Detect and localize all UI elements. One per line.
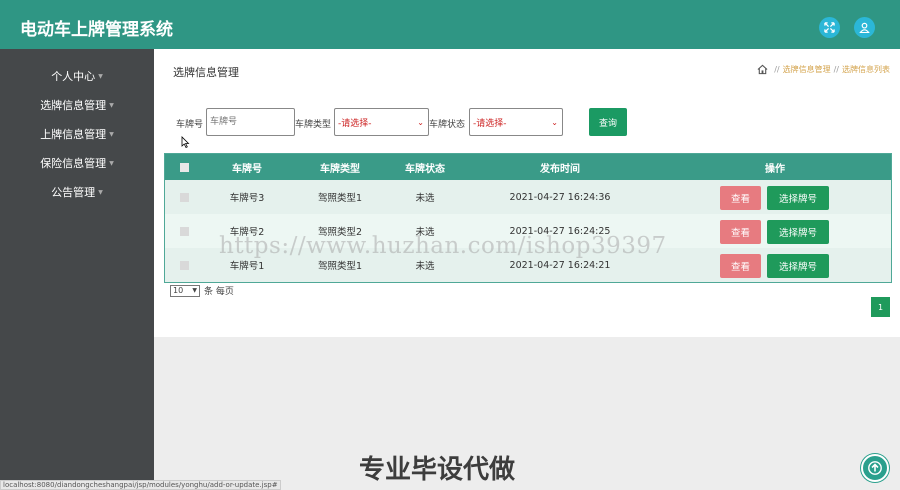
chevron-down-icon: ▼ <box>98 72 103 80</box>
sidebar-item-label: 上牌信息管理 <box>40 128 107 141</box>
plate-cell: 车牌号3 <box>229 193 265 204</box>
select-plate-button[interactable]: 选择牌号 <box>767 186 829 210</box>
time-cell: 2021-04-27 16:24:36 <box>509 191 611 203</box>
sidebar-item-label: 公告管理 <box>51 186 96 199</box>
page-number-button[interactable]: 1 <box>871 297 890 317</box>
view-button[interactable]: 查看 <box>720 254 761 278</box>
row-checkbox[interactable] <box>180 226 189 236</box>
plate-type-label: 车牌类型 <box>295 120 332 130</box>
fullscreen-button[interactable] <box>819 17 840 38</box>
sidebar-item-plate-registration[interactable]: 上牌信息管理 ▼ <box>0 124 154 144</box>
sidebar-item-label: 保险信息管理 <box>40 157 107 170</box>
breadcrumb-item[interactable]: 选牌信息管理 <box>783 64 831 75</box>
chevron-down-icon: ⌄ <box>417 118 424 127</box>
page-size-value: 10 <box>173 286 184 295</box>
arrow-up-icon <box>868 461 882 475</box>
chevron-down-icon: ▼ <box>109 101 114 109</box>
table-row: 车牌号3 驾照类型1 未选 2021-04-27 16:24:36 查看 选择牌… <box>165 180 891 214</box>
plate-type-value: -请选择- <box>338 118 372 129</box>
main-content: 选牌信息管理 // 选牌信息管理 // 选牌信息列表 车牌号 车牌类型 -请选择… <box>154 49 900 337</box>
sidebar-item-insurance[interactable]: 保险信息管理 ▼ <box>0 153 154 173</box>
select-plate-button[interactable]: 选择牌号 <box>767 220 829 244</box>
sidebar-item-label: 选牌信息管理 <box>40 99 107 112</box>
status-bar-url: localhost:8080/diandongcheshangpai/jsp/m… <box>0 480 281 490</box>
page-title: 选牌信息管理 <box>173 66 239 79</box>
user-icon <box>859 22 870 33</box>
column-header[interactable]: 车牌状态 <box>385 154 465 180</box>
plate-number-label: 车牌号 <box>176 120 204 130</box>
table-header: 车牌号 车牌类型 车牌状态 发布时间 操作 <box>165 154 891 180</box>
breadcrumb-item-current: 选牌信息列表 <box>842 65 890 74</box>
plate-type-select[interactable]: -请选择- ⌄ <box>334 108 429 136</box>
user-button[interactable] <box>854 17 875 38</box>
fullscreen-icon <box>824 22 835 33</box>
content-background <box>154 337 900 490</box>
chevron-down-icon: ▼ <box>192 286 197 294</box>
chevron-down-icon: ▼ <box>109 130 114 138</box>
plate-selection-table: 车牌号 车牌类型 车牌状态 发布时间 操作 车牌号3 驾照类型1 未选 2021… <box>164 153 892 283</box>
sidebar-item-announcements[interactable]: 公告管理 ▼ <box>0 182 154 202</box>
row-checkbox[interactable] <box>180 260 189 270</box>
chevron-down-icon: ▼ <box>98 188 103 196</box>
plate-status-label: 车牌状态 <box>429 120 466 130</box>
plate-number-input[interactable] <box>206 108 295 136</box>
sidebar: 个人中心 ▼ 选牌信息管理 ▼ 上牌信息管理 ▼ 保险信息管理 ▼ 公告管理 ▼ <box>0 49 154 490</box>
watermark-text: https://www.huzhan.com/ishop39397 <box>219 233 667 259</box>
breadcrumb-separator: // <box>833 65 839 74</box>
app-title: 电动车上牌管理系统 <box>20 20 173 40</box>
page-size-control: 10 ▼ 条 每页 <box>170 284 234 297</box>
promo-text: 专业毕设代做 <box>359 455 516 485</box>
row-checkbox[interactable] <box>180 192 189 202</box>
column-header[interactable]: 车牌类型 <box>295 154 385 180</box>
select-plate-button[interactable]: 选择牌号 <box>767 254 829 278</box>
view-button[interactable]: 查看 <box>720 186 761 210</box>
chevron-down-icon: ⌄ <box>551 118 558 127</box>
plate-status-select[interactable]: -请选择- ⌄ <box>469 108 563 136</box>
view-button[interactable]: 查看 <box>720 220 761 244</box>
sidebar-item-label: 个人中心 <box>51 70 96 83</box>
search-bar: 车牌号 车牌类型 -请选择- ⌄ 车牌状态 -请选择- ⌄ <box>176 108 636 136</box>
status-cell: 未选 <box>415 193 435 204</box>
home-icon[interactable] <box>757 64 768 75</box>
column-header[interactable]: 发布时间 <box>495 154 625 180</box>
column-header[interactable]: 车牌号 <box>207 154 287 180</box>
breadcrumb-separator: // <box>774 65 780 74</box>
mouse-cursor-icon <box>181 136 190 148</box>
type-cell: 驾照类型1 <box>317 193 363 204</box>
sidebar-item-plate-selection[interactable]: 选牌信息管理 ▼ <box>0 95 154 115</box>
breadcrumb: // 选牌信息管理 // 选牌信息列表 <box>757 64 890 75</box>
search-button[interactable]: 查询 <box>589 108 627 136</box>
top-header: 电动车上牌管理系统 <box>0 0 900 49</box>
column-header: 操作 <box>765 163 785 175</box>
select-all-checkbox[interactable] <box>180 162 189 172</box>
plate-status-value: -请选择- <box>473 118 507 129</box>
page-size-suffix: 条 每页 <box>204 287 234 297</box>
page-size-select[interactable]: 10 ▼ <box>170 284 200 297</box>
back-to-top-button[interactable] <box>861 454 889 482</box>
chevron-down-icon: ▼ <box>109 159 114 167</box>
sidebar-item-personal-center[interactable]: 个人中心 ▼ <box>0 66 154 86</box>
